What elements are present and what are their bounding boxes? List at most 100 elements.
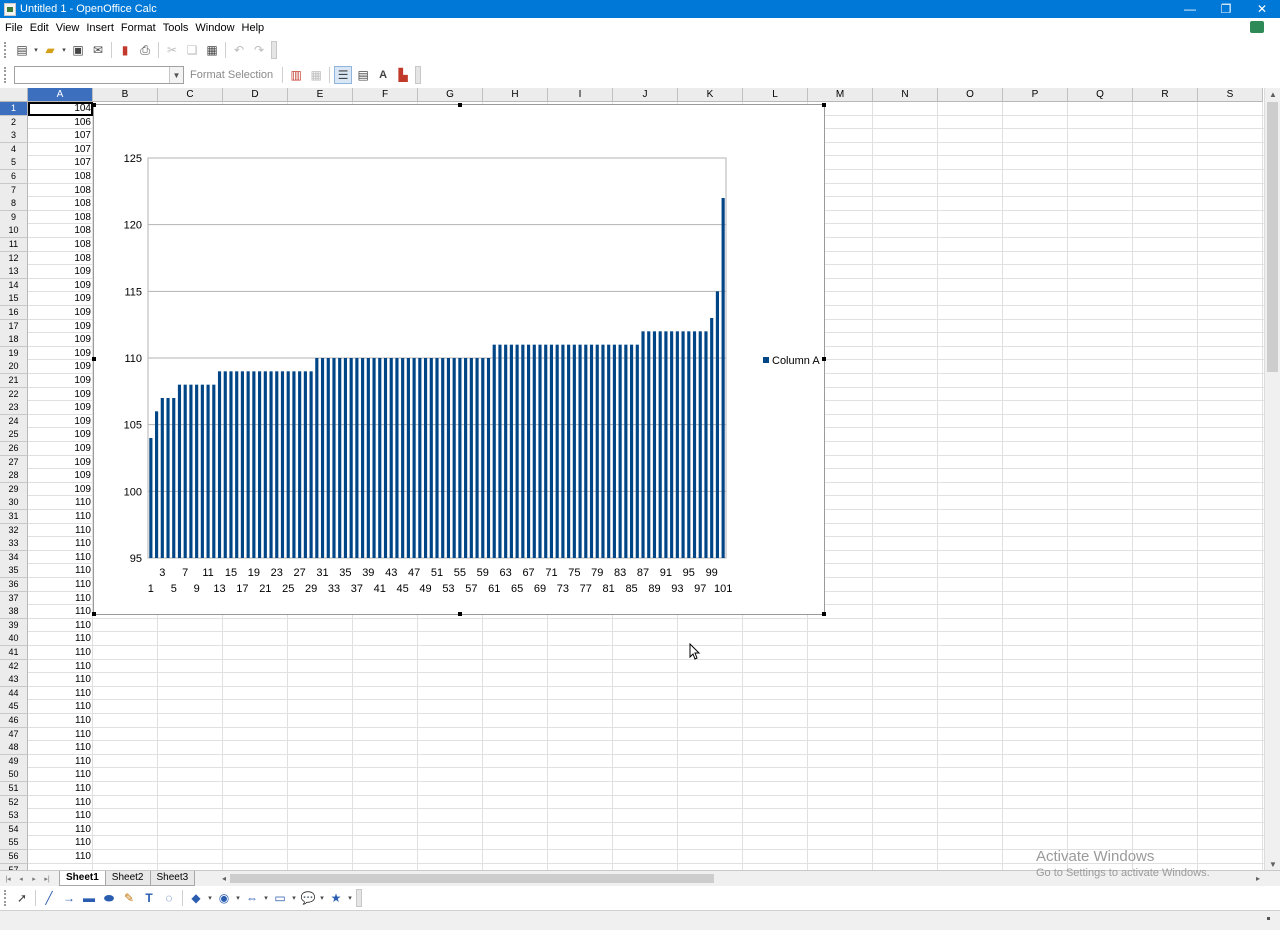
cell-a[interactable]: 110 (28, 768, 93, 782)
menu-help[interactable]: Help (242, 22, 265, 34)
row-header[interactable]: 25 (0, 428, 28, 443)
column-header-k[interactable]: K (678, 88, 743, 102)
cell-a[interactable]: 109 (28, 306, 93, 320)
cell-a[interactable]: 110 (28, 646, 93, 660)
column-header-e[interactable]: E (288, 88, 353, 102)
row-header[interactable]: 28 (0, 469, 28, 484)
toolbar-grip[interactable] (4, 890, 8, 906)
row-header[interactable]: 21 (0, 374, 28, 388)
copy-icon[interactable]: ❏ (183, 41, 201, 59)
toolbar-overflow-handle[interactable] (356, 889, 362, 907)
chart-element-select[interactable]: ▼ (14, 66, 184, 84)
dropdown-arrow-icon[interactable]: ▾ (263, 889, 269, 907)
cell-a[interactable]: 110 (28, 809, 93, 823)
row-header[interactable]: 50 (0, 768, 28, 783)
row-header[interactable]: 41 (0, 646, 28, 660)
stars-icon[interactable]: ★ (327, 889, 345, 907)
next-sheet-icon[interactable]: ▸ (29, 873, 39, 885)
dropdown-arrow-icon[interactable]: ▾ (291, 889, 297, 907)
select-pointer-icon[interactable]: ➚ (13, 889, 31, 907)
cell-a[interactable]: 107 (28, 143, 93, 157)
cell-a[interactable]: 108 (28, 238, 93, 252)
line-tool-icon[interactable]: ╱ (40, 889, 58, 907)
text-tool-icon[interactable]: T (140, 889, 158, 907)
row-header[interactable]: 27 (0, 455, 28, 470)
column-header-g[interactable]: G (418, 88, 483, 102)
row-header[interactable]: 36 (0, 578, 28, 592)
email-icon[interactable]: ✉ (89, 41, 107, 59)
column-header-q[interactable]: Q (1068, 88, 1133, 102)
row-header[interactable]: 52 (0, 795, 28, 810)
prev-sheet-icon[interactable]: ◂ (16, 873, 26, 885)
callouts-icon[interactable]: 💬 (299, 889, 317, 907)
row-header[interactable]: 46 (0, 714, 28, 728)
new-document-icon[interactable]: ▤ (13, 41, 31, 59)
row-header[interactable]: 33 (0, 537, 28, 552)
cell-a[interactable]: 106 (28, 116, 93, 130)
cell-a[interactable]: 109 (28, 456, 93, 470)
row-header[interactable]: 47 (0, 727, 28, 742)
scale-text-icon[interactable]: A (374, 66, 392, 84)
column-header-f[interactable]: F (353, 88, 418, 102)
row-header[interactable]: 17 (0, 319, 28, 334)
cut-icon[interactable]: ✂ (163, 41, 181, 59)
chart-object[interactable]: 95 100 105 110 115 120 125 3 7 11 15 19 23 27 31 35 39 43… (92, 103, 826, 616)
row-header[interactable]: 22 (0, 387, 28, 402)
row-header[interactable]: 8 (0, 197, 28, 212)
row-header[interactable]: 11 (0, 238, 28, 252)
row-header[interactable]: 31 (0, 510, 28, 524)
cell-a[interactable]: 109 (28, 374, 93, 388)
row-header[interactable]: 53 (0, 809, 28, 824)
row-header[interactable]: 15 (0, 292, 28, 307)
row-header[interactable]: 18 (0, 333, 28, 348)
column-header-i[interactable]: I (548, 88, 613, 102)
basic-shapes-icon[interactable]: ◆ (187, 889, 205, 907)
cell-a[interactable]: 110 (28, 605, 93, 619)
dropdown-arrow-icon[interactable]: ▾ (319, 889, 325, 907)
sheet-tab-sheet2[interactable]: Sheet2 (104, 871, 151, 886)
cell-a[interactable]: 110 (28, 782, 93, 796)
cell-a[interactable]: 109 (28, 388, 93, 402)
scroll-up-icon[interactable]: ▲ (1265, 88, 1280, 100)
row-header[interactable]: 5 (0, 156, 28, 171)
row-header[interactable]: 1 (0, 102, 28, 116)
row-header[interactable]: 55 (0, 836, 28, 851)
row-header[interactable]: 37 (0, 591, 28, 606)
cell-a[interactable]: 109 (28, 469, 93, 483)
column-header-o[interactable]: O (938, 88, 1003, 102)
row-header[interactable]: 39 (0, 618, 28, 633)
row-header[interactable]: 23 (0, 401, 28, 416)
cell-a[interactable]: 110 (28, 728, 93, 742)
row-header[interactable]: 3 (0, 129, 28, 144)
column-header-a[interactable]: A (28, 88, 93, 102)
chevron-down-icon[interactable]: ▼ (169, 67, 183, 83)
spreadsheet-grid[interactable]: A B C D E F G H I J K L M N O P Q R S 1 104 2 106 3 107 4 107 5 107 6… (0, 88, 1264, 870)
close-button[interactable]: ✕ (1244, 0, 1280, 18)
row-header[interactable]: 14 (0, 278, 28, 293)
row-header[interactable]: 10 (0, 224, 28, 239)
cell-a[interactable]: 110 (28, 850, 93, 864)
cell-a[interactable]: 110 (28, 632, 93, 646)
cell-a[interactable]: 109 (28, 347, 93, 361)
first-sheet-icon[interactable]: |◂ (3, 873, 13, 885)
dropdown-arrow-icon[interactable]: ▾ (235, 889, 241, 907)
toolbar-overflow-handle[interactable] (415, 66, 422, 84)
row-header[interactable]: 29 (0, 482, 28, 497)
row-header[interactable]: 34 (0, 550, 28, 565)
flowchart-icon[interactable]: ▭ (271, 889, 289, 907)
row-header[interactable]: 26 (0, 442, 28, 456)
cell-a[interactable]: 108 (28, 211, 93, 225)
dropdown-arrow-icon[interactable]: ▾ (347, 889, 353, 907)
cell-a[interactable]: 110 (28, 700, 93, 714)
cell-a[interactable]: 110 (28, 823, 93, 837)
freeform-line-icon[interactable]: ✎ (120, 889, 138, 907)
cell-a[interactable]: 110 (28, 510, 93, 524)
cell-a[interactable]: 109 (28, 333, 93, 347)
cell-a[interactable]: 110 (28, 564, 93, 578)
row-header[interactable]: 32 (0, 523, 28, 538)
scroll-right-icon[interactable]: ▸ (1252, 872, 1264, 885)
cell-a[interactable]: 109 (28, 415, 93, 429)
row-header[interactable]: 51 (0, 782, 28, 796)
export-pdf-icon[interactable]: ▮ (116, 41, 134, 59)
row-header[interactable]: 38 (0, 605, 28, 620)
